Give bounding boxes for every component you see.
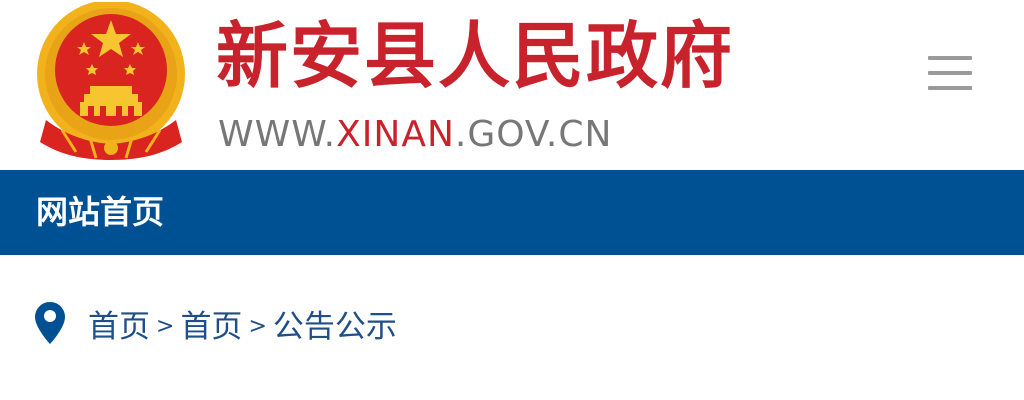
site-title: 新安县人民政府: [216, 14, 735, 98]
menu-line: [928, 56, 972, 60]
breadcrumb-item-announcements: 公告公示: [272, 308, 397, 345]
main-nav-bar: 网站首页: [0, 170, 1024, 255]
site-url-accent: XINAN: [336, 114, 455, 155]
breadcrumb-separator: >: [156, 313, 175, 339]
location-pin-icon: [35, 302, 65, 344]
site-url-prefix: WWW.: [218, 114, 337, 155]
menu-line: [928, 86, 972, 90]
breadcrumb-item-home[interactable]: 首页: [88, 301, 150, 346]
hamburger-menu-icon[interactable]: [926, 54, 974, 92]
site-url: WWW.XINAN.GOV.CN: [218, 113, 612, 157]
breadcrumb-item-home-2[interactable]: 首页: [180, 301, 242, 346]
national-emblem-icon[interactable]: [32, 2, 190, 162]
nav-item-home[interactable]: 网站首页: [36, 190, 164, 234]
site-url-suffix: .GOV.CN: [454, 114, 613, 155]
menu-line: [928, 71, 972, 75]
breadcrumb-separator: >: [248, 313, 267, 339]
breadcrumb: 首页 > 首页 > 公告公示: [34, 298, 734, 348]
site-header: 新安县人民政府 WWW.XINAN.GOV.CN: [0, 0, 1024, 170]
